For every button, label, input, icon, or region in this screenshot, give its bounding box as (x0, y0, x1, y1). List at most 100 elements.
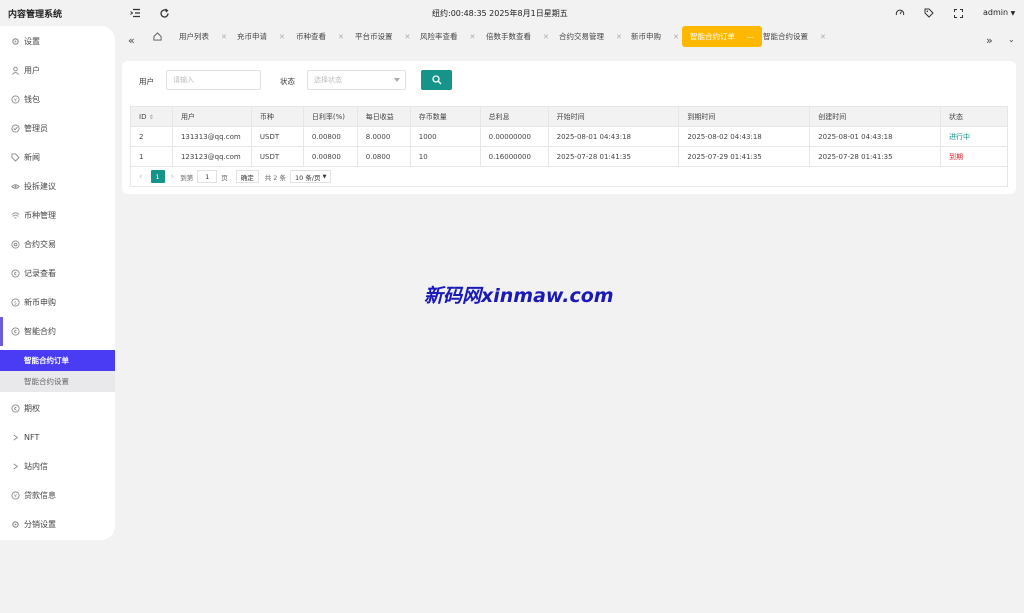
page-size-select[interactable]: 10 条/页 ▼ (290, 170, 332, 183)
sidebar-item-settings[interactable]: 设置 (0, 27, 115, 56)
sidebar-item-coin-manage[interactable]: 币种管理 (0, 201, 115, 230)
table-cell: USDT (250, 146, 304, 167)
tag-icon[interactable] (922, 6, 936, 20)
next-page-button[interactable]: › (171, 172, 175, 182)
table-header-row: ID ⇕ 用户 币种 日利率(%) 每日收益 存币数量 总利息 开始时间 到期时… (130, 106, 1008, 127)
sidebar-item-feedback[interactable]: 投拆建议 (0, 172, 115, 201)
tab-close-icon[interactable]: ✕ (470, 33, 476, 41)
sidebar-item-label: 设置 (24, 37, 40, 46)
sidebar-item-user[interactable]: 用户 (0, 56, 115, 85)
tab-close-icon[interactable]: ✕ (279, 33, 285, 41)
tab-close-icon[interactable]: ✕ (543, 33, 549, 41)
sidebar-item-options[interactable]: 期权 (0, 394, 115, 423)
user-menu[interactable]: admin ▼ (983, 8, 1015, 17)
home-tab-icon[interactable] (153, 26, 162, 47)
tab-label: 风险率查看 (420, 32, 458, 41)
user-filter-input[interactable]: 请输入 (166, 70, 261, 90)
search-icon (431, 75, 441, 85)
tab-smart-contract-orders[interactable]: 智能合约订单 — (682, 26, 762, 47)
caret-down-icon: ▼ (1010, 10, 1016, 17)
top-header: 纽约:00:48:35 2025年8月1日星期五 admin ▼ (120, 0, 1024, 26)
user-filter-label: 用户 (139, 77, 154, 86)
sidebar-item-new-coin[interactable]: $ 新币申购 (0, 288, 115, 317)
tab-close-icon[interactable]: ✕ (673, 33, 679, 41)
table-row[interactable]: 2 131313@qq.com USDT 0.00800 8.0000 1000… (130, 126, 1008, 147)
gear-icon (9, 36, 21, 48)
theme-icon[interactable] (893, 6, 907, 20)
sort-icon[interactable]: ⇕ (149, 114, 154, 121)
status-filter-select[interactable]: 选择状态 (307, 70, 406, 90)
table-cell: 2025-08-01 04:43:18 (809, 126, 941, 147)
refresh-icon[interactable] (157, 6, 171, 20)
sidebar-item-nft[interactable]: NFT (0, 423, 115, 452)
sidebar-item-label: 新闻 (24, 153, 40, 162)
column-header: 每日收益 (356, 106, 411, 127)
table-row[interactable]: 1 123123@qq.com USDT 0.00800 0.0800 10 0… (130, 146, 1008, 167)
tabs-dropdown-icon[interactable]: ⌄ (1008, 29, 1015, 50)
page-number-current[interactable]: 1 (150, 170, 165, 183)
tab-coin-view[interactable]: 币种查看 ✕ (296, 26, 344, 47)
tab-multiplier-lots[interactable]: 倍数手数查看 ✕ (486, 26, 549, 47)
tab-close-icon[interactable]: ✕ (405, 33, 411, 41)
tab-label: 智能合约订单 (690, 32, 735, 41)
svg-text:¥: ¥ (13, 97, 16, 103)
goto-confirm-button[interactable]: 确定 (235, 170, 259, 183)
status-filter-label: 状态 (280, 77, 295, 86)
column-header: 总利息 (479, 106, 549, 127)
search-button[interactable] (421, 70, 452, 90)
table-cell: 0.00000000 (479, 126, 549, 147)
sidebar-subitem-smart-contract-settings[interactable]: 智能合约设置 (0, 371, 115, 392)
loan-icon: ¥ (9, 490, 21, 502)
tabs-scroll-right-icon[interactable]: » (986, 30, 993, 51)
coin-icon (9, 210, 21, 222)
sidebar-item-news[interactable]: 新闻 (0, 143, 115, 172)
goto-page-input[interactable]: 1 (197, 170, 218, 183)
tab-user-list[interactable]: 用户列表 ✕ (179, 26, 227, 47)
total-count: 共 2 条 (264, 173, 286, 182)
table-cell: 2025-07-28 01:41:35 (547, 146, 680, 167)
sidebar-item-loans[interactable]: ¥ 贷款信息 (0, 481, 115, 510)
sidebar-item-label: 分销设置 (24, 520, 56, 529)
tab-close-icon[interactable]: ✕ (221, 33, 227, 41)
sidebar-item-label: 智能合约 (24, 327, 56, 336)
table-cell: 10 (409, 146, 481, 167)
sidebar-item-smart-contract[interactable]: 智能合约 (0, 317, 115, 346)
sidebar-item-admin[interactable]: 管理员 (0, 114, 115, 143)
orders-panel: 用户 请输入 状态 选择状态 ID ⇕ 用户 币种 日利率(%) 每日收益 存币… (122, 61, 1016, 194)
table-cell: 2 (130, 126, 173, 147)
sidebar-item-label: 投拆建议 (24, 182, 56, 191)
tab-platform-coin-settings[interactable]: 平台币设置 ✕ (355, 26, 410, 47)
chevron-down-icon: ▼ (322, 173, 327, 180)
tab-close-icon[interactable]: ✕ (338, 33, 344, 41)
tab-close-icon[interactable]: ✕ (820, 33, 826, 41)
sidebar-item-label: 期权 (24, 404, 40, 413)
sidebar-item-distribution[interactable]: 分销设置 (0, 510, 115, 539)
user-icon (9, 65, 21, 77)
contract-icon (9, 239, 21, 251)
tab-label: 币种查看 (296, 32, 326, 41)
sidebar-item-wallet[interactable]: ¥ 钱包 (0, 85, 115, 114)
tab-new-coin[interactable]: 新币申购 ✕ (631, 26, 679, 47)
table-cell: 2025-08-01 04:43:18 (547, 126, 680, 147)
tab-deposit-requests[interactable]: 充币申请 ✕ (237, 26, 285, 47)
new-coin-icon: $ (9, 297, 21, 309)
table-cell: 1 (130, 146, 173, 167)
prev-page-button[interactable]: ‹ (139, 172, 143, 182)
tab-close-icon[interactable]: ✕ (616, 33, 622, 41)
tabs-scroll-left-icon[interactable]: « (128, 30, 135, 51)
sidebar-item-contract-trade[interactable]: 合约交易 (0, 230, 115, 259)
column-header-id[interactable]: ID ⇕ (130, 106, 173, 127)
sidebar-subitem-smart-contract-orders[interactable]: 智能合约订单 (0, 350, 115, 371)
sidebar-item-messages[interactable]: 站内信 (0, 452, 115, 481)
menu-collapse-icon[interactable] (128, 6, 142, 20)
table-cell: 1000 (409, 126, 481, 147)
tab-label: 智能合约设置 (763, 32, 808, 41)
fullscreen-icon[interactable] (951, 6, 965, 20)
tab-label: 新币申购 (631, 32, 661, 41)
sidebar-item-records[interactable]: 记录查看 (0, 259, 115, 288)
tab-smart-contract-settings[interactable]: 智能合约设置 ✕ (763, 26, 826, 47)
tab-contract-trade-manage[interactable]: 合约交易管理 ✕ (559, 26, 622, 47)
distribution-icon (9, 519, 21, 531)
tab-risk-rate[interactable]: 风险率查看 ✕ (420, 26, 475, 47)
tab-close-icon[interactable]: — (747, 33, 754, 41)
